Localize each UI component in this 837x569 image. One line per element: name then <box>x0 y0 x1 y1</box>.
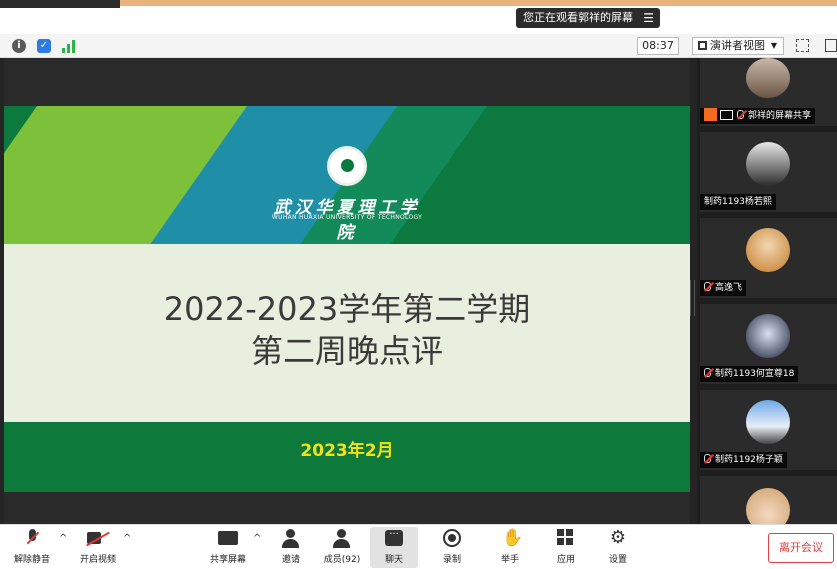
apps-icon <box>557 529 575 549</box>
share-screen-icon <box>218 529 238 549</box>
meeting-toolbar: i ✓ 08:37 演讲者视图 ▼ <box>0 34 837 58</box>
unmute-button[interactable]: 解除静音 <box>12 527 52 568</box>
video-off-icon <box>87 529 109 549</box>
chevron-down-icon: ▼ <box>770 41 777 50</box>
viewing-screen-banner[interactable]: 您正在观看郭祥的屏幕 ☰ <box>516 8 660 28</box>
resize-handle[interactable] <box>690 280 695 316</box>
participant-tile[interactable]: 制药1192杨子颖 <box>700 390 837 470</box>
mic-muted-icon <box>704 282 711 291</box>
participant-gallery[interactable]: 郭祥的屏幕共享 制药1193杨若熙 高逸飞 制药1193何宣尊18 制药1192… <box>697 58 837 532</box>
shared-screen: 武汉华夏理工学院 WUHAN HUAXIA UNIVERSITY OF TECH… <box>4 58 690 524</box>
invite-button[interactable]: 邀请 <box>278 527 304 568</box>
chat-icon <box>385 529 403 549</box>
participant-tile[interactable]: 制药1193杨若熙 <box>700 132 837 212</box>
slide-header: 武汉华夏理工学院 WUHAN HUAXIA UNIVERSITY OF TECH… <box>4 106 690 244</box>
participant-name: 制药1192杨子颖 <box>715 455 783 465</box>
participant-name-tag: 制药1192杨子颖 <box>700 452 787 468</box>
background-decoration <box>0 0 120 8</box>
speaker-view-icon <box>698 41 707 50</box>
chat-label: 聊天 <box>384 555 403 565</box>
raise-hand-icon: ✋ <box>502 528 524 548</box>
meeting-timer: 08:37 <box>637 37 679 55</box>
slide-body: 2022-2023学年第二学期 第二周晚点评 <box>4 244 690 422</box>
participant-name-tag: 高逸飞 <box>700 280 747 296</box>
participant-name: 高逸飞 <box>715 283 743 293</box>
background-decoration-orange <box>120 0 837 6</box>
unmute-label: 解除静音 <box>13 555 50 565</box>
participant-name-tag: 制药1193何宣尊18 <box>700 366 799 382</box>
window-icon[interactable] <box>825 39 837 52</box>
share-options-chevron-icon[interactable]: ^ <box>253 533 261 544</box>
menu-icon[interactable]: ☰ <box>643 8 654 28</box>
members-icon <box>333 529 351 549</box>
mic-muted-icon <box>704 454 711 463</box>
apps-button[interactable]: 应用 <box>552 527 580 568</box>
screen-share-icon <box>720 110 733 120</box>
record-icon <box>443 529 461 549</box>
presentation-slide: 武汉华夏理工学院 WUHAN HUAXIA UNIVERSITY OF TECH… <box>4 106 690 492</box>
mic-muted-icon <box>737 110 744 119</box>
slide-date: 2023年2月 <box>300 441 394 461</box>
apps-label: 应用 <box>556 555 575 565</box>
top-strip: 您正在观看郭祥的屏幕 ☰ <box>0 0 837 34</box>
view-mode-select[interactable]: 演讲者视图 ▼ <box>692 37 784 55</box>
add-user-icon <box>282 529 300 549</box>
meeting-window: 您正在观看郭祥的屏幕 ☰ i ✓ 08:37 演讲者视图 ▼ 武汉华夏理工学院 <box>0 0 837 569</box>
participant-tile[interactable]: 制药1193何宣尊18 <box>700 304 837 384</box>
mic-muted-icon <box>704 368 711 377</box>
participant-tile[interactable] <box>700 476 837 532</box>
viewing-screen-text: 您正在观看郭祥的屏幕 <box>523 11 633 24</box>
host-icon <box>704 108 717 121</box>
raise-hand-label: 举手 <box>500 555 519 565</box>
signal-icon[interactable] <box>62 39 76 53</box>
participant-name: 郭祥的屏幕共享 <box>748 111 812 121</box>
school-emblem-icon <box>327 146 367 186</box>
raise-hand-button[interactable]: ✋ 举手 <box>496 527 524 568</box>
slide-title: 2022-2023学年第二学期 <box>163 290 531 328</box>
shield-icon[interactable]: ✓ <box>37 39 51 53</box>
participant-tile[interactable]: 郭祥的屏幕共享 <box>700 58 837 126</box>
share-screen-button[interactable]: 共享屏幕 <box>206 527 250 568</box>
leave-meeting-button[interactable]: 离开会议 <box>768 533 834 563</box>
video-options-chevron-icon[interactable]: ^ <box>123 533 131 544</box>
record-label: 录制 <box>442 555 461 565</box>
record-button[interactable]: 录制 <box>438 527 466 568</box>
share-screen-label: 共享屏幕 <box>209 555 246 565</box>
avatar <box>746 142 790 186</box>
participant-name-tag: 郭祥的屏幕共享 <box>700 108 816 124</box>
settings-button[interactable]: ⚙ 设置 <box>604 527 632 568</box>
settings-label: 设置 <box>608 555 627 565</box>
start-video-button[interactable]: 开启视频 <box>76 527 120 568</box>
fullscreen-icon[interactable] <box>796 39 809 52</box>
members-label: 成员(92) <box>323 555 361 565</box>
avatar <box>746 314 790 358</box>
slide-subtitle: 第二周晚点评 <box>250 332 443 370</box>
members-button[interactable]: 成员(92) <box>320 527 364 568</box>
info-icon[interactable]: i <box>12 39 26 53</box>
participant-name: 制药1193何宣尊18 <box>715 369 795 379</box>
participant-name: 制药1193杨若熙 <box>704 197 772 207</box>
audio-options-chevron-icon[interactable]: ^ <box>59 533 67 544</box>
avatar <box>746 228 790 272</box>
mic-muted-icon <box>25 529 39 549</box>
view-mode-label: 演讲者视图 <box>710 39 765 52</box>
start-video-label: 开启视频 <box>79 555 116 565</box>
avatar <box>746 58 790 98</box>
gear-icon: ⚙ <box>609 527 627 548</box>
school-name-en: WUHAN HUAXIA UNIVERSITY OF TECHNOLOGY <box>271 214 423 221</box>
participant-tile[interactable]: 高逸飞 <box>700 218 837 298</box>
slide-footer: 2023年2月 <box>4 422 690 492</box>
chat-button[interactable]: 聊天 <box>370 527 418 568</box>
participant-name-tag: 制药1193杨若熙 <box>700 194 776 210</box>
meeting-controls: 解除静音 ^ 开启视频 ^ 共享屏幕 ^ 邀请 成员(92) 聊天 录制 <box>0 524 837 569</box>
avatar <box>746 400 790 444</box>
invite-label: 邀请 <box>281 555 300 565</box>
